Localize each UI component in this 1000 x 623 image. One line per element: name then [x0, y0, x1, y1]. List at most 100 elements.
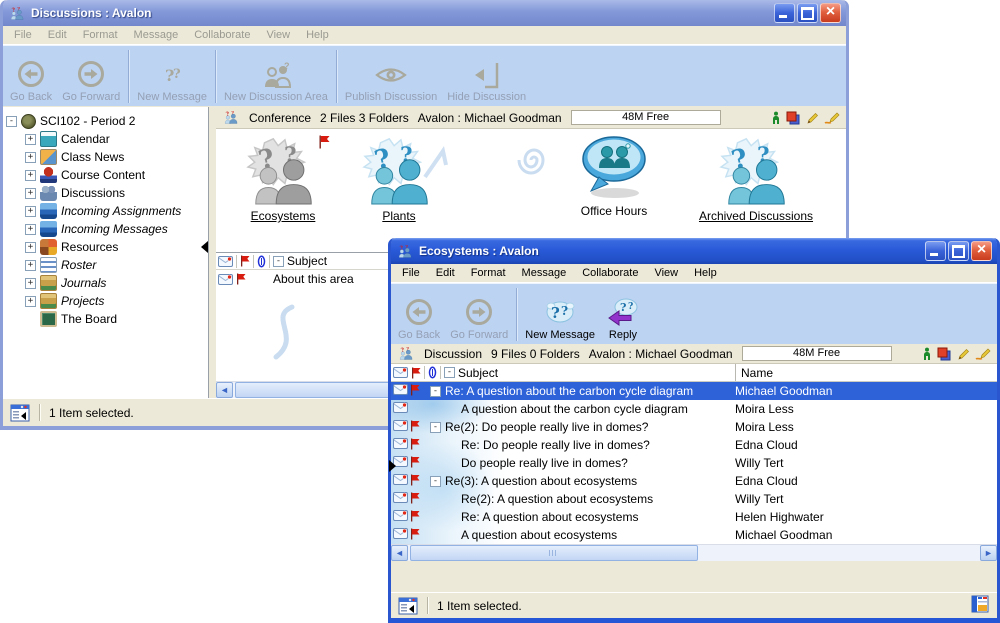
expand-icon[interactable]	[25, 278, 36, 289]
minimize-button[interactable]	[925, 241, 946, 261]
desktop-item-archived-discussions[interactable]: ? ? Archived Discussions	[668, 133, 844, 223]
horizontal-scrollbar[interactable]: ◄ ►	[391, 544, 997, 561]
user-presence-icon[interactable]	[922, 347, 932, 361]
menu-item[interactable]: Collaborate	[574, 265, 646, 281]
message-row[interactable]: Re(2): Do people really live in domes? M…	[391, 418, 997, 436]
menu-item[interactable]: Help	[686, 265, 725, 281]
status-bar: 1 Item selected.	[391, 592, 997, 618]
minimize-button[interactable]	[774, 3, 795, 23]
tree-item[interactable]: Projects	[3, 292, 208, 310]
maximize-button[interactable]	[948, 241, 969, 261]
tree-item[interactable]: Journals	[3, 274, 208, 292]
close-button[interactable]	[820, 3, 841, 23]
tree-item-label: The Board	[61, 312, 117, 326]
message-row[interactable]: A question about ecosystems Michael Good…	[391, 526, 997, 544]
expand-icon[interactable]	[25, 152, 36, 163]
collapse-thread-icon[interactable]	[430, 386, 441, 397]
panel-toggle-icon[interactable]	[398, 596, 418, 616]
menu-item[interactable]: Format	[75, 27, 126, 43]
container-type: Conference	[249, 111, 311, 125]
message-row[interactable]: Do people really live in domes? Willy Te…	[391, 454, 997, 472]
expand-pane-arrow-icon[interactable]	[389, 460, 396, 472]
menu-item[interactable]: Collaborate	[186, 27, 258, 43]
menu-item[interactable]: Help	[298, 27, 337, 43]
menu-item[interactable]: File	[6, 27, 40, 43]
menu-item[interactable]: Format	[463, 265, 514, 281]
tree-item[interactable]: Class News	[3, 148, 208, 166]
name-column-label[interactable]: Name	[735, 364, 773, 381]
tree-item[interactable]: Discussions	[3, 184, 208, 202]
go-forward-button[interactable]: Go Forward	[445, 287, 513, 342]
expand-icon[interactable]	[25, 260, 36, 271]
collapse-thread-icon[interactable]	[430, 476, 441, 487]
collapse-thread-icon[interactable]	[430, 422, 441, 433]
message-row[interactable]: Re(2): A question about ecosystems Willy…	[391, 490, 997, 508]
title-bar[interactable]: ? ? Ecosystems : Avalon	[391, 238, 997, 264]
layers-icon[interactable]	[786, 111, 800, 125]
scroll-left-arrow[interactable]: ◄	[216, 382, 233, 398]
signature-pen-icon[interactable]	[975, 347, 991, 361]
split-view-icon[interactable]	[970, 594, 990, 614]
expand-icon[interactable]	[25, 206, 36, 217]
desktop-item-ecosystems[interactable]: ? ? Ecosystems	[218, 133, 348, 223]
tree-item[interactable]: Course Content	[3, 166, 208, 184]
collapse-tree-arrow-icon[interactable]	[201, 241, 208, 253]
publish-discussion-button[interactable]: Publish Discussion	[340, 49, 442, 104]
tree-root[interactable]: SCI102 - Period 2	[3, 112, 208, 130]
message-row[interactable]: A question about the carbon cycle diagra…	[391, 400, 997, 418]
maximize-button[interactable]	[797, 3, 818, 23]
message-row[interactable]: Re: Do people really live in domes? Edna…	[391, 436, 997, 454]
panel-toggle-icon[interactable]	[10, 403, 30, 423]
menu-item[interactable]: Message	[126, 27, 187, 43]
go-forward-button[interactable]: Go Forward	[57, 49, 125, 104]
message-author: Willy Tert	[735, 456, 783, 470]
layers-icon[interactable]	[937, 347, 951, 361]
new-discussion-area-button[interactable]: ? New Discussion Area	[219, 49, 333, 104]
menu-item[interactable]: File	[394, 265, 428, 281]
user-presence-icon[interactable]	[771, 111, 781, 125]
paperclip-icon	[257, 255, 266, 268]
collapse-icon[interactable]	[6, 116, 17, 127]
menu-item[interactable]: View	[258, 27, 298, 43]
tree-item[interactable]: Incoming Assignments	[3, 202, 208, 220]
expand-icon[interactable]	[25, 134, 36, 145]
expand-icon[interactable]	[25, 224, 36, 235]
menu-item[interactable]: View	[646, 265, 686, 281]
menu-item[interactable]: Edit	[40, 27, 75, 43]
collapse-all-icon[interactable]	[444, 367, 455, 378]
close-button[interactable]	[971, 241, 992, 261]
desktop-item-office-hours[interactable]: Office Hours	[544, 133, 684, 218]
tree-item[interactable]: Calendar	[3, 130, 208, 148]
scroll-right-arrow[interactable]: ►	[980, 545, 997, 561]
go-back-button[interactable]: Go Back	[5, 49, 57, 104]
edit-pencil-icon[interactable]	[805, 111, 819, 125]
expand-icon[interactable]	[25, 188, 36, 199]
title-bar[interactable]: ? ? Discussions : Avalon	[3, 0, 846, 26]
desktop-item-plants[interactable]: ? ? Plants	[334, 133, 464, 223]
tree-item[interactable]: Roster	[3, 256, 208, 274]
expand-icon[interactable]	[25, 242, 36, 253]
message-list-header[interactable]: Subject Name	[391, 364, 997, 382]
menu-item[interactable]: Edit	[428, 265, 463, 281]
scroll-left-arrow[interactable]: ◄	[391, 545, 408, 561]
expand-icon[interactable]	[25, 170, 36, 181]
message-row[interactable]: Re: A question about ecosystems Helen Hi…	[391, 508, 997, 526]
new-message-button[interactable]: ?? New Message	[132, 49, 212, 104]
message-row[interactable]: Re: A question about the carbon cycle di…	[391, 382, 997, 400]
tree-item[interactable]: The Board	[3, 310, 208, 328]
tree-item[interactable]: Resources	[3, 238, 208, 256]
svg-text:?: ?	[628, 302, 633, 312]
go-back-button[interactable]: Go Back	[393, 287, 445, 342]
edit-pencil-icon[interactable]	[956, 347, 970, 361]
collapse-all-icon[interactable]	[273, 256, 284, 267]
signature-pen-icon[interactable]	[824, 111, 840, 125]
reply-button[interactable]: ?? Reply	[600, 287, 646, 342]
tree-item[interactable]: Incoming Messages	[3, 220, 208, 238]
message-author: Edna Cloud	[735, 474, 798, 488]
message-row[interactable]: Re(3): A question about ecosystems Edna …	[391, 472, 997, 490]
expand-icon[interactable]	[25, 296, 36, 307]
hide-discussion-button[interactable]: Hide Discussion	[442, 49, 531, 104]
new-message-button[interactable]: ?? New Message	[520, 287, 600, 342]
scroll-thumb[interactable]	[410, 545, 698, 561]
menu-item[interactable]: Message	[514, 265, 575, 281]
